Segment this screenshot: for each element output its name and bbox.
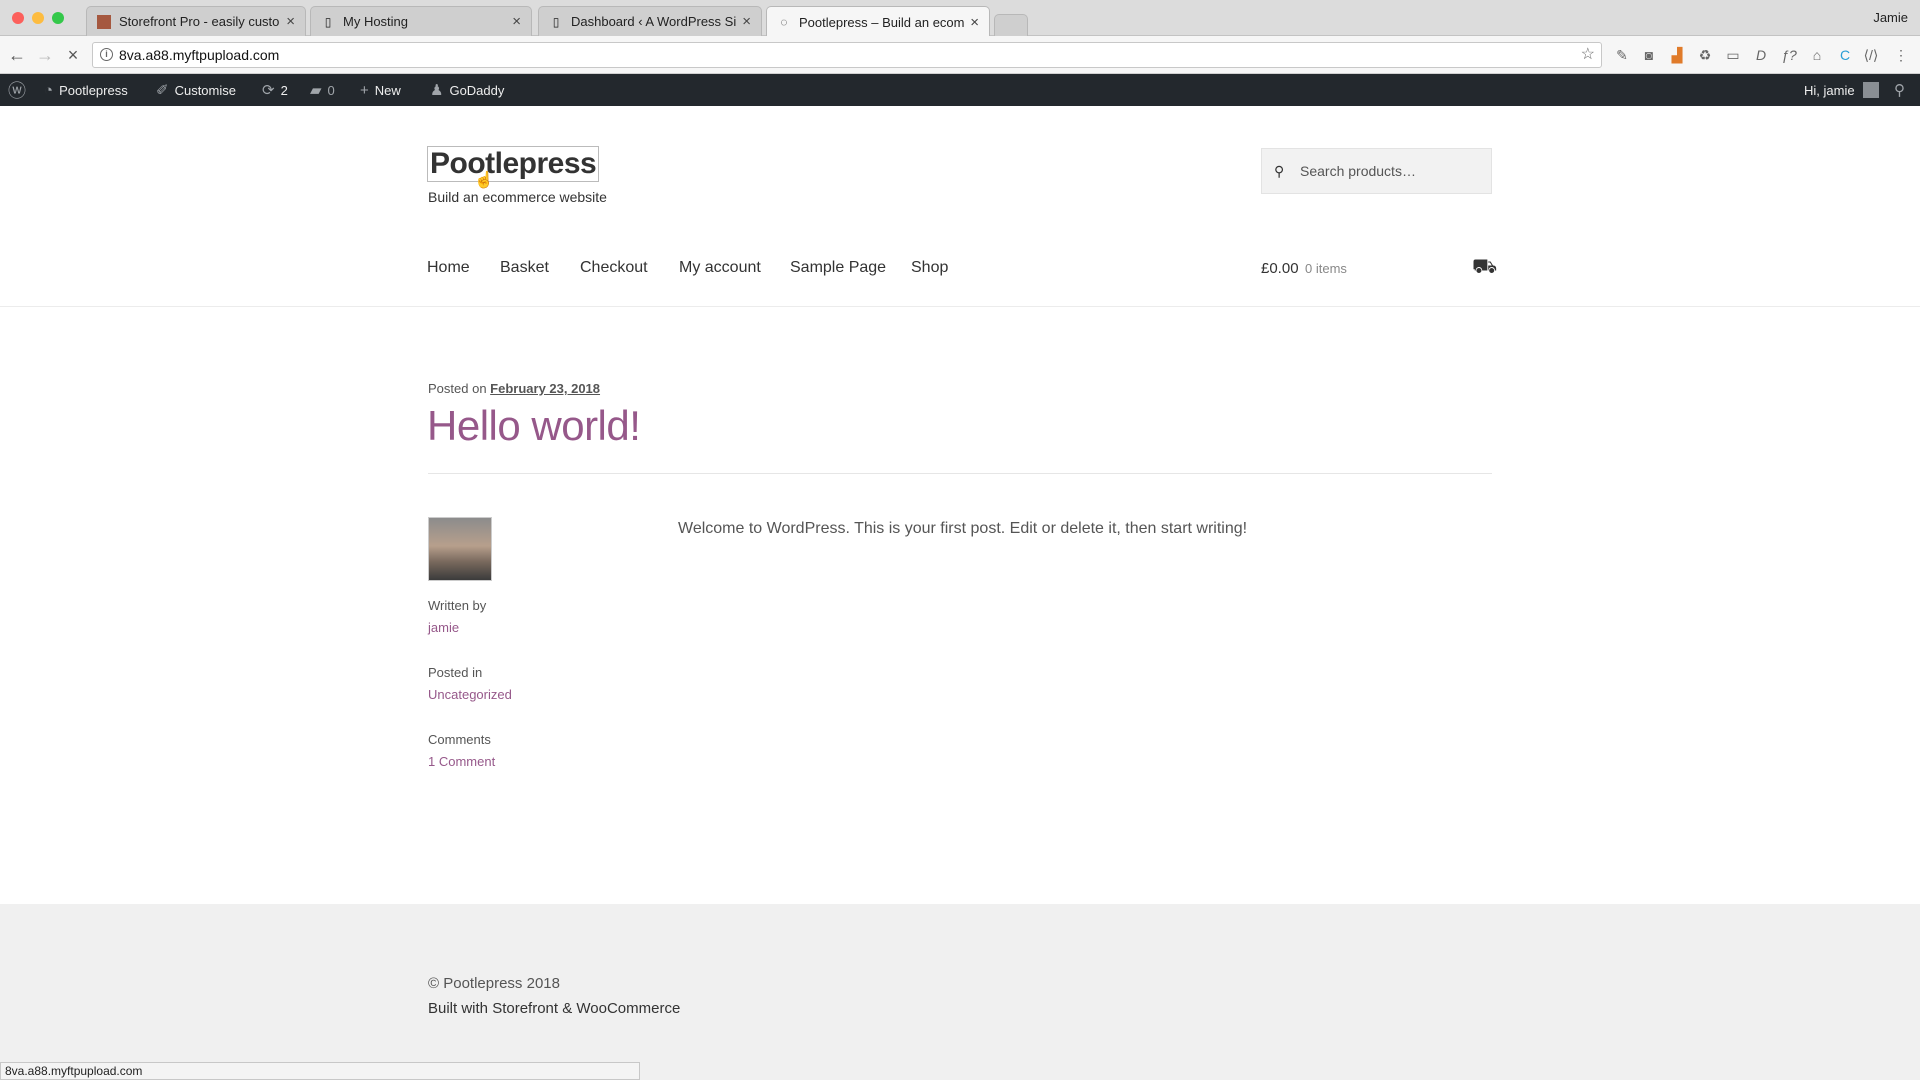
storefront-favicon-icon <box>97 14 111 29</box>
close-tab-icon[interactable]: × <box>286 13 295 30</box>
tab-title: My Hosting <box>343 14 409 29</box>
browser-toolbar: ← → × i 8va.a88.myftpupload.com ☆ ✎ ◙ ▟ … <box>0 36 1920 74</box>
page-icon: ▯ <box>552 14 560 29</box>
plus-icon: + <box>360 81 369 99</box>
admin-bar-updates-link[interactable]: ⟳ 2 <box>262 74 288 106</box>
site-footer: © Pootlepress 2018 Built with Storefront… <box>0 904 1920 1080</box>
footer-copyright: © Pootlepress 2018 <box>428 975 560 992</box>
author-link[interactable]: jamie <box>428 620 459 635</box>
maximize-window-button[interactable] <box>52 12 64 24</box>
nav-item-sample-page[interactable]: Sample Page <box>790 259 886 277</box>
browser-tab-pootlepress[interactable]: ◌ Pootlepress – Build an ecomm × <box>766 6 990 37</box>
font-extension-icon[interactable]: ƒ? <box>1780 46 1798 64</box>
code-extension-icon[interactable]: ⟨/⟩ <box>1862 46 1880 64</box>
admin-bar-customise-label: Customise <box>174 82 236 98</box>
nav-item-shop[interactable]: Shop <box>911 259 948 277</box>
header-divider <box>0 306 1920 307</box>
browser-tab-bar: Storefront Pro - easily customi × ▯ My H… <box>0 0 1920 37</box>
posted-in-label: Posted in <box>428 665 483 680</box>
admin-bar-account-menu[interactable]: Hi, jamie <box>1804 74 1879 106</box>
comments-count: 0 <box>327 82 335 98</box>
user-avatar <box>1862 82 1879 98</box>
browser-tab-dashboard[interactable]: ▯ Dashboard ‹ A WordPress Site × <box>538 6 762 36</box>
close-tab-icon[interactable]: × <box>970 14 979 31</box>
comments-link[interactable]: 1 Comment <box>428 754 495 769</box>
admin-bar-new-link[interactable]: + New <box>360 74 401 106</box>
browser-tab-storefront-pro[interactable]: Storefront Pro - easily customi × <box>86 6 306 36</box>
recycle-extension-icon[interactable]: ♻ <box>1696 46 1714 64</box>
search-icon: ⚲ <box>1274 163 1285 179</box>
site-info-icon[interactable]: i <box>100 48 113 61</box>
post-date-line: Posted on February 23, 2018 <box>428 381 600 396</box>
search-placeholder: Search products… <box>1300 163 1416 179</box>
greeting-text: Hi, jamie <box>1804 82 1855 98</box>
bookmark-star-icon[interactable]: ☆ <box>1581 43 1595 67</box>
comments-label: Comments <box>428 732 491 747</box>
godaddy-icon: ♟ <box>430 82 444 99</box>
stop-loading-button[interactable]: × <box>62 44 84 66</box>
post-header-divider <box>428 473 1492 474</box>
wp-admin-bar: ⓦ ◔ Pootlepress ✐ Customise ⟳ 2 ▰ 0 + Ne… <box>0 74 1920 106</box>
admin-bar-site-label: Pootlepress <box>59 82 128 98</box>
hand-cursor-icon: ☝ <box>474 172 494 189</box>
browser-tab-my-hosting[interactable]: ▯ My Hosting × <box>310 6 532 36</box>
footer-credit-link[interactable]: Built with Storefront & WooCommerce <box>428 1000 680 1017</box>
cart-total[interactable]: £0.00 <box>1261 260 1299 277</box>
wordpress-logo-icon[interactable]: ⓦ <box>8 74 26 106</box>
admin-bar-site-link[interactable]: ◔ Pootlepress <box>44 74 128 106</box>
posted-on-label: Posted on <box>428 381 487 396</box>
post-content: Welcome to WordPress. This is your first… <box>678 520 1248 537</box>
nav-item-checkout[interactable]: Checkout <box>580 259 648 277</box>
nav-item-my-account[interactable]: My account <box>679 259 761 277</box>
comment-bubble-icon: ▰ <box>310 82 322 99</box>
store-extension-icon[interactable]: ⌂ <box>1808 46 1826 64</box>
browser-menu-icon[interactable]: ⋮ <box>1892 46 1910 64</box>
close-window-button[interactable] <box>12 12 24 24</box>
minimize-window-button[interactable] <box>32 12 44 24</box>
admin-bar-godaddy-label: GoDaddy <box>449 82 505 98</box>
close-tab-icon[interactable]: × <box>742 13 751 30</box>
dashboard-icon: ◔ <box>44 81 54 99</box>
tab-title: Pootlepress – Build an ecomm <box>799 14 965 30</box>
product-search-input[interactable]: ⚲ Search products… <box>1261 148 1492 194</box>
back-button[interactable]: ← <box>6 44 28 66</box>
cart-item-count[interactable]: 0 items <box>1305 261 1347 276</box>
paintbrush-icon: ✐ <box>156 82 169 99</box>
d-extension-icon[interactable]: D <box>1752 46 1770 64</box>
cast-icon[interactable]: ▭ <box>1724 46 1742 64</box>
loading-spinner-icon: ◌ <box>780 15 788 29</box>
category-link[interactable]: Uncategorized <box>428 687 512 702</box>
site-title-link[interactable]: Pootlepress <box>427 146 600 182</box>
browser-status-bar: 8va.a88.myftpupload.com <box>0 1062 640 1080</box>
tab-title: Dashboard ‹ A WordPress Site <box>571 14 737 29</box>
post-title[interactable]: Hello world! <box>427 402 641 450</box>
site-tagline: Build an ecommerce website <box>428 189 607 205</box>
close-tab-icon[interactable]: × <box>512 13 521 30</box>
author-avatar <box>428 517 492 581</box>
admin-bar-search-icon[interactable]: ⚲ <box>1894 74 1905 106</box>
url-text: 8va.a88.myftpupload.com <box>119 47 280 63</box>
forward-button[interactable]: → <box>34 44 56 66</box>
c-extension-icon[interactable]: C <box>1836 46 1854 64</box>
admin-bar-comments-link[interactable]: ▰ 0 <box>310 74 335 106</box>
eyedropper-extension-icon[interactable]: ✎ <box>1613 46 1631 64</box>
post-date-link[interactable]: February 23, 2018 <box>490 381 600 396</box>
tab-title: Storefront Pro - easily customi <box>119 14 281 29</box>
browser-profile-name[interactable]: Jamie <box>1873 10 1908 25</box>
written-by-label: Written by <box>428 598 487 613</box>
page-icon: ▯ <box>324 14 332 29</box>
admin-bar-new-label: New <box>374 82 401 98</box>
basket-icon[interactable]: ⛟ <box>1472 256 1497 281</box>
updates-count: 2 <box>280 82 288 98</box>
camera-extension-icon[interactable]: ◙ <box>1640 46 1658 64</box>
admin-bar-godaddy-link[interactable]: ♟ GoDaddy <box>430 74 504 106</box>
chart-extension-icon[interactable]: ▟ <box>1668 46 1686 64</box>
address-bar[interactable]: i 8va.a88.myftpupload.com ☆ <box>92 42 1602 68</box>
updates-icon: ⟳ <box>262 82 275 99</box>
admin-bar-customise-link[interactable]: ✐ Customise <box>156 74 236 106</box>
nav-item-home[interactable]: Home <box>427 259 470 277</box>
new-tab-button[interactable] <box>994 14 1028 36</box>
nav-item-basket[interactable]: Basket <box>500 259 549 277</box>
